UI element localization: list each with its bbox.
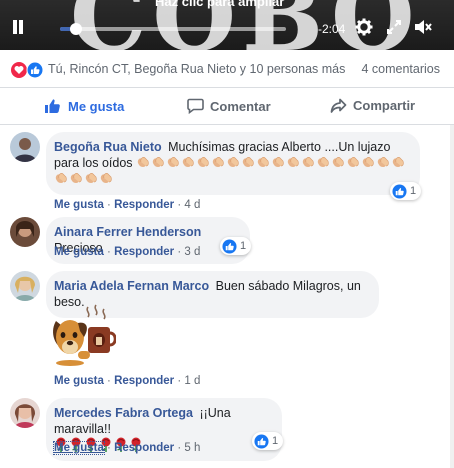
share-arrow-icon [330, 98, 347, 113]
avatar[interactable] [10, 217, 40, 247]
video-hint[interactable]: Haz clic para ampliar [155, 0, 284, 9]
share-button-label: Compartir [353, 98, 416, 113]
comment-author[interactable]: Ainara Ferrer Henderson [54, 225, 201, 239]
comment-like-link[interactable]: Me gusta [54, 246, 104, 258]
clapping-hands-emoji [211, 156, 225, 168]
reactions-summary: Tú, Rincón CT, Begoña Rua Nieto y 10 per… [0, 50, 454, 88]
clapping-hands-emoji [361, 156, 375, 168]
clapping-hands-emoji [331, 156, 345, 168]
comment-like-link[interactable]: Me gusta [53, 441, 105, 455]
clapping-hands-emoji [346, 156, 360, 168]
clapping-hands-emoji [301, 156, 315, 168]
comment-time[interactable]: 5 h [184, 442, 200, 454]
reaction-count: 1 [410, 185, 417, 197]
clapping-hands-emoji [376, 156, 390, 168]
comment-reply-link[interactable]: Responder [114, 375, 174, 387]
comment-meta: Me gusta · Responder · 3 d [54, 246, 201, 258]
comment-reaction-badge[interactable]: 1 [220, 237, 252, 255]
comment-author[interactable]: Begoña Rua Nieto [54, 140, 162, 154]
comments-list: Begoña Rua Nieto Muchísimas gracias Albe… [0, 125, 454, 468]
like-button[interactable]: Me gusta [44, 98, 124, 114]
clapping-hands-emoji [181, 156, 195, 168]
avatar[interactable] [10, 132, 40, 162]
pause-icon[interactable] [11, 20, 25, 36]
clapping-hands-emoji [316, 156, 330, 168]
like-icon [222, 238, 237, 254]
fullscreen-icon[interactable] [385, 18, 403, 36]
comment-like-link[interactable]: Me gusta [54, 199, 104, 211]
share-button[interactable]: Compartir [330, 98, 415, 113]
like-thumb-icon [45, 99, 60, 113]
comment-like-link[interactable]: Me gusta [54, 375, 104, 387]
clapping-hands-emoji [286, 156, 300, 168]
clapping-hands-emoji [241, 156, 255, 168]
clapping-hands-emoji [99, 172, 113, 184]
settings-gear-icon[interactable] [355, 18, 373, 36]
comment-bubble: Begoña Rua Nieto Muchísimas gracias Albe… [46, 132, 420, 195]
clapping-hands-emoji [391, 156, 405, 168]
clapping-hands-emoji [69, 172, 83, 184]
comment-reply-link[interactable]: Responder [114, 442, 174, 454]
clapping-hands-emoji [256, 156, 270, 168]
like-button-label: Me gusta [68, 98, 125, 114]
post-actions: Me gusta Comentar Compartir [0, 89, 454, 125]
reaction-count: 1 [240, 240, 247, 252]
comment-time[interactable]: 4 d [184, 199, 200, 211]
comment-reaction-badge[interactable]: 1 [252, 432, 284, 450]
comment-meta: Me gusta · Responder · 5 h [53, 441, 201, 455]
comment-icon [187, 98, 204, 114]
clapping-hands-emoji [136, 156, 150, 168]
comment-button[interactable]: Comentar [187, 98, 271, 114]
comment-reaction-badge[interactable]: 1 [390, 182, 422, 200]
comment-time[interactable]: 1 d [184, 375, 200, 387]
clapping-hands-emoji [166, 156, 180, 168]
like-icon [26, 61, 44, 79]
comment-meta: Me gusta · Responder · 4 d [54, 199, 201, 211]
scrollbar-track[interactable] [450, 125, 454, 468]
reaction-count: 1 [272, 435, 279, 447]
love-icon [11, 62, 27, 78]
comment-button-label: Comentar [210, 98, 271, 114]
clapping-hands-emoji [84, 172, 98, 184]
video-player-controls: COBO Haz clic para ampliar -2:04 [0, 0, 454, 50]
volume-muted-icon[interactable] [413, 18, 432, 36]
reaction-names[interactable]: Tú, Rincón CT, Begoña Rua Nieto y 10 per… [48, 62, 345, 76]
clapping-hands-emoji [151, 156, 165, 168]
like-icon [254, 433, 269, 449]
comment-author[interactable]: Mercedes Fabra Ortega [54, 406, 193, 420]
video-progress-knob[interactable] [69, 23, 82, 35]
comment-reply-link[interactable]: Responder [114, 246, 174, 258]
clapping-hands-emoji [271, 156, 285, 168]
comment-reply-link[interactable]: Responder [114, 199, 174, 211]
clapping-hands-emoji [196, 156, 210, 168]
clapping-hands-emoji [54, 172, 68, 184]
comment-author[interactable]: Maria Adela Fernan Marco [54, 279, 209, 293]
coffee-dog-sticker[interactable] [48, 303, 117, 367]
avatar[interactable] [10, 271, 40, 301]
reaction-icons[interactable] [10, 61, 46, 79]
like-icon [392, 183, 407, 199]
avatar[interactable] [10, 398, 40, 428]
clapping-hands-emoji [226, 156, 240, 168]
time-remaining: -2:04 [318, 22, 346, 36]
video-progress-bar[interactable] [60, 23, 286, 35]
comment-meta: Me gusta · Responder · 1 d [54, 375, 201, 387]
comment-time[interactable]: 3 d [184, 246, 200, 258]
comments-count[interactable]: 4 comentarios [361, 62, 440, 76]
